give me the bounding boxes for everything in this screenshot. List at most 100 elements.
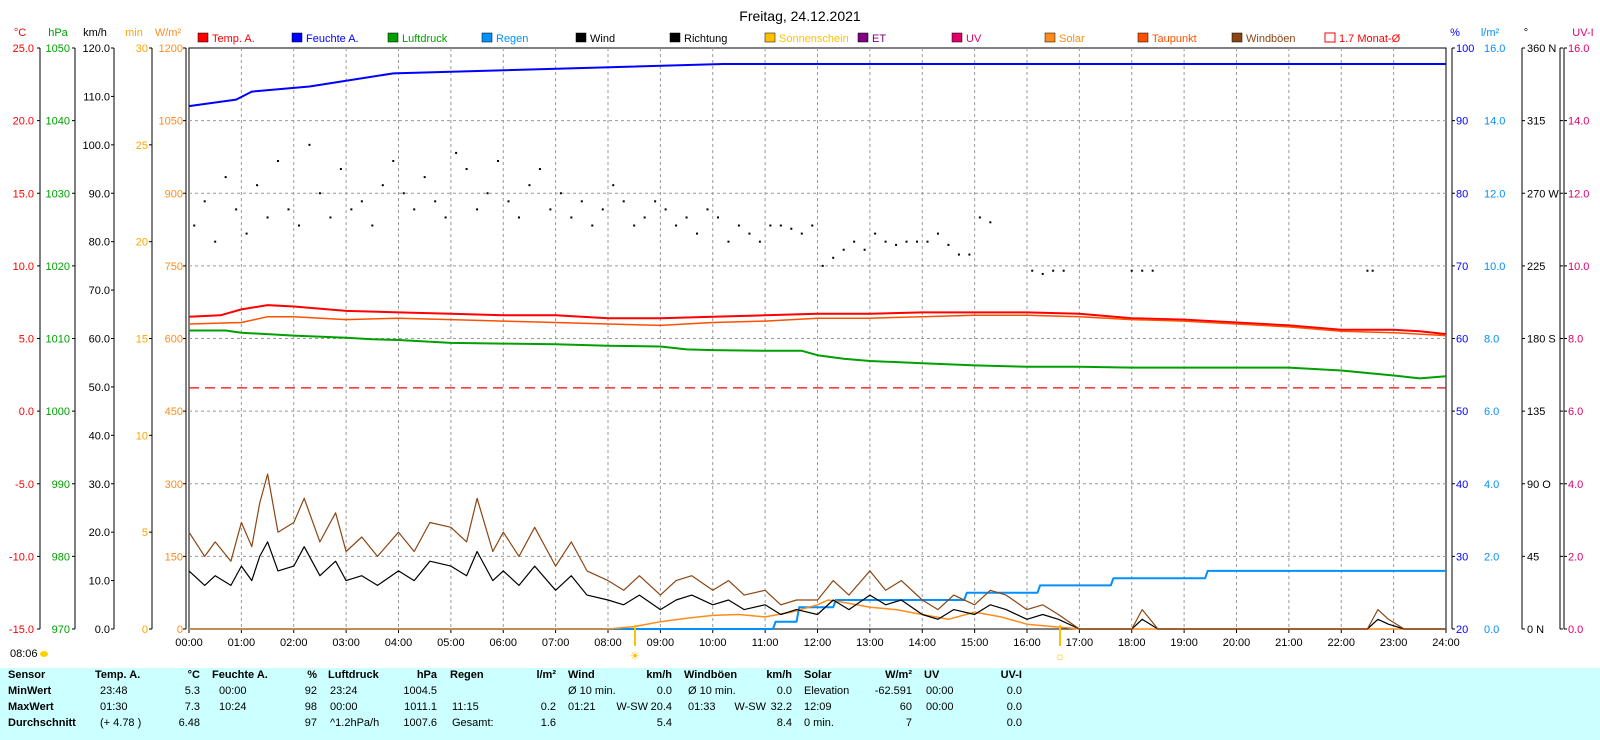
legend-label: Temp. A. — [212, 33, 255, 45]
stats-column-header: Regen — [450, 669, 484, 681]
axis-unit: W/m² — [155, 27, 182, 39]
left-axis: °C 25.0 20.0 15.0 10.0 5.0 0.0 -5.0 -10.0 -15.0 — [9, 27, 41, 636]
axis-tick-label: 100 — [1456, 43, 1474, 55]
axis-unit: min — [125, 27, 143, 39]
direction-point — [685, 216, 688, 219]
sun-markers: ☀ ☼ — [630, 625, 1066, 663]
stats-time: 12:09 — [804, 701, 832, 713]
legend-label: ET — [872, 33, 886, 45]
direction-point — [455, 151, 458, 154]
left-axis: hPa 1050 1040 1030 1020 1010 1000 990 980 970 — [46, 27, 76, 636]
sun-icon — [40, 651, 48, 657]
axis-tick-label: 980 — [52, 551, 70, 563]
direction-point — [580, 200, 583, 203]
axis-tick-label: 15.0 — [13, 188, 34, 200]
direction-point — [1031, 269, 1034, 272]
axis-tick-label: 90 — [1456, 116, 1468, 128]
direction-point — [434, 200, 437, 203]
axis-tick-label: 25 — [136, 140, 148, 152]
axis-tick-label: 70 — [1456, 261, 1468, 273]
stats-column-header: Solar — [804, 669, 832, 681]
stats-column-unit: UV-I — [1000, 669, 1022, 681]
stats-column-header: Sensor — [8, 669, 46, 681]
stats-column-header: Luftdruck — [328, 669, 379, 681]
right-axis: UV-I 16.0 14.0 12.0 10.0 8.0 6.0 4.0 2.0 0.0 — [1563, 27, 1594, 636]
stats-value: 0.0 — [776, 685, 792, 697]
stats-value: 0.0 — [656, 685, 672, 697]
axis-tick-label: 0.0 — [1484, 624, 1499, 636]
axis-tick-label: 0 — [177, 624, 183, 636]
stats-value: 5.4 — [656, 717, 672, 729]
direction-point — [297, 224, 300, 227]
stats-column-header: Feuchte A. — [212, 669, 268, 681]
legend-swatch — [291, 32, 303, 43]
direction-point — [926, 240, 929, 243]
direction-point — [664, 208, 667, 211]
direction-point — [884, 240, 887, 243]
legend-swatch — [951, 32, 963, 43]
axis-tick-label: 50.0 — [89, 382, 110, 394]
direction-point — [790, 227, 793, 230]
axis-tick-label: 1030 — [46, 188, 70, 200]
legend-swatch — [387, 32, 399, 43]
legend-swatch — [669, 32, 681, 43]
axis-tick-label: 750 — [165, 261, 183, 273]
axis-tick-label: 1050 — [159, 116, 183, 128]
axis-tick-label: 10.0 — [1484, 261, 1505, 273]
axis-tick-label: 16.0 — [1484, 43, 1505, 55]
x-tick-label: 19:00 — [1170, 637, 1198, 649]
axis-tick-label: 5.0 — [19, 334, 34, 346]
direction-point — [350, 208, 353, 211]
stats-time: 23:24 — [330, 685, 358, 697]
stats-column-unit: km/h — [766, 669, 792, 681]
direction-point — [224, 176, 227, 179]
direction-point — [612, 184, 615, 187]
direction-point — [832, 256, 835, 259]
stats-value: 20.4 — [650, 701, 672, 713]
legend-label: UV — [966, 33, 982, 45]
stats-value: 0.0 — [1006, 685, 1022, 697]
left-axis: min 30 25 20 15 10 5 0 — [125, 27, 153, 636]
stats-table: Sensor Temp. A. °C Feuchte A.% Luftdruck hPa R… — [0, 668, 1600, 740]
direction-point — [570, 216, 573, 219]
axis-tick-label: 990 — [52, 479, 70, 491]
sunset-icon: ☼ — [1055, 649, 1066, 663]
axis-tick-label: 6.0 — [1484, 406, 1499, 418]
axis-tick-label: 90.0 — [89, 188, 110, 200]
direction-point — [601, 208, 604, 211]
direction-point — [559, 192, 562, 195]
left-axes: °C 25.0 20.0 15.0 10.0 5.0 0.0 -5.0 -10.0 -15.0 hP… — [9, 27, 187, 636]
x-tick-label: 23:00 — [1380, 637, 1408, 649]
axis-tick-label: 1050 — [46, 43, 70, 55]
legend-swatch — [197, 32, 209, 43]
legend-swatch — [575, 32, 587, 43]
axis-tick-label: 30 — [136, 43, 148, 55]
stats-column-unit: l/m² — [536, 669, 556, 681]
direction-point — [905, 240, 908, 243]
direction-point — [245, 232, 248, 235]
axis-tick-label: 12.0 — [1484, 188, 1505, 200]
stats-value: 92 — [304, 685, 317, 697]
direction-point — [235, 208, 238, 211]
axis-tick-label: 0.0 — [1568, 624, 1583, 636]
legend-label: Taupunkt — [1152, 33, 1197, 45]
direction-point — [203, 200, 206, 203]
axis-tick-label: 135 — [1527, 406, 1545, 418]
stats-value: 0.2 — [540, 701, 556, 713]
stats-value: 7.3 — [184, 701, 200, 713]
stats-time: ^1.2hPa/h — [330, 717, 380, 729]
stats-column-header: Wind — [568, 669, 595, 681]
axis-tick-label: 180 S — [1527, 334, 1556, 346]
axis-tick-label: 80 — [1456, 188, 1468, 200]
direction-point — [1130, 269, 1133, 272]
axis-tick-label: 10.0 — [1568, 261, 1589, 273]
axis-tick-label: 8.0 — [1568, 334, 1583, 346]
direction-point — [947, 243, 950, 246]
stats-column-unit: km/h — [646, 669, 672, 681]
axis-tick-label: 4.0 — [1484, 479, 1499, 491]
axis-unit: ° — [1524, 27, 1528, 39]
axis-tick-label: 900 — [165, 188, 183, 200]
axis-tick-label: 16.0 — [1568, 43, 1589, 55]
x-tick-label: 15:00 — [961, 637, 989, 649]
chart-title: Freitag, 24.12.2021 — [739, 8, 861, 24]
